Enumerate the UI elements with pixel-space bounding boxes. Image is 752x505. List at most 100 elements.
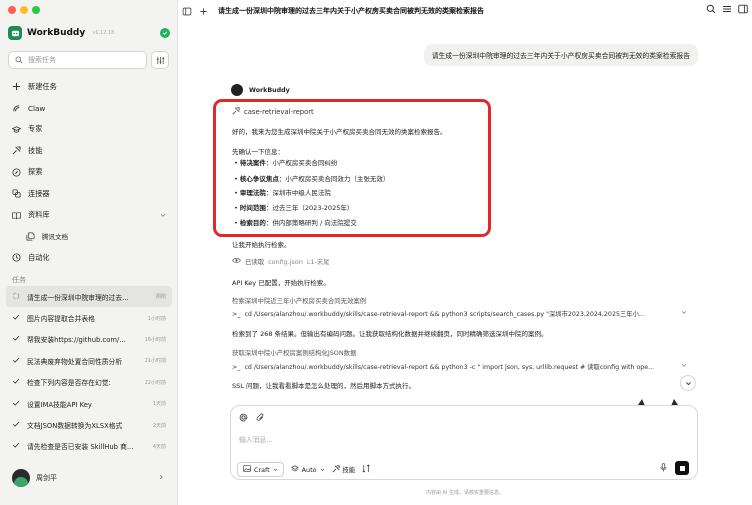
chevron-down-icon	[273, 466, 278, 474]
nav-skills[interactable]: 技能	[6, 140, 172, 161]
search-icon	[15, 56, 23, 64]
sidebar: WorkBuddy v1.12.18 新建任务 Claw 专家 技能 探索	[0, 0, 178, 505]
task-item[interactable]: 请先检查是否已安装 SkillHub 商... 4天前	[6, 436, 172, 457]
nav-label: 自动化	[28, 252, 50, 262]
task-item[interactable]: 文档JSON数据转换为XLSX格式 2天前	[6, 414, 172, 435]
chevron-down-icon	[320, 466, 325, 474]
sliders-icon	[156, 56, 164, 64]
model-label: Auto	[301, 465, 317, 474]
task-item[interactable]: 检查下列内容是否存在幻觉: 22小时前	[6, 372, 172, 393]
attachment-icon[interactable]	[256, 413, 265, 424]
task-list: 请生成一份深圳中院审理的过去... 刚刚 图片内容提取合并表格 1小时前 帮我安…	[6, 286, 172, 457]
search-input[interactable]	[28, 56, 138, 64]
nav-automation[interactable]: 自动化	[6, 247, 172, 268]
read-file-step[interactable]: 已读取 config.json L1-末尾	[232, 257, 330, 266]
minimize-window-button[interactable]	[20, 6, 28, 14]
start-message: 让我开始执行检索。	[232, 241, 291, 249]
app-version: v1.12.18	[92, 30, 115, 36]
step1-title: 检索深圳中院近三年小产权房买卖合同无效案例	[232, 297, 367, 305]
check-icon	[12, 441, 20, 451]
topbar: 请生成一份深圳中院审理的过去三年内关于小产权房买卖合同被判无效的类案检索报告	[182, 4, 748, 18]
task-time: 21小时前	[144, 358, 166, 365]
step1-command[interactable]: >_ cd /Users/alanzhou/.workbuddy/skills/…	[232, 309, 677, 318]
task-time: 22小时前	[144, 379, 166, 386]
read-label: 已读取	[245, 258, 265, 266]
tasks-heading: 任务	[12, 276, 26, 284]
mode-selector[interactable]: Craft	[237, 462, 284, 477]
new-chat-icon[interactable]	[198, 6, 208, 16]
connection-status-icon[interactable]	[160, 28, 170, 38]
command-text: cd /Users/alanzhou/.workbuddy/skills/cas…	[244, 311, 645, 318]
menu-icon[interactable]	[722, 4, 732, 16]
nav-label: 腾讯文档	[42, 233, 68, 242]
connector-icon	[12, 189, 21, 198]
task-item[interactable]: 帮我安装https://github.com/... 16小时前	[6, 329, 172, 350]
task-time: 刚刚	[155, 294, 166, 301]
task-title: 请生成一份深圳中院审理的过去...	[27, 293, 129, 302]
clock-icon	[12, 253, 21, 262]
microphone-icon[interactable]	[660, 462, 667, 474]
check-icon	[12, 313, 20, 323]
message-input[interactable]	[239, 436, 539, 444]
close-window-button[interactable]	[8, 6, 16, 14]
user-message: 请生成一份深圳中院审理的过去三年内关于小产权房买卖合同被判无效的类案检索报告	[423, 44, 698, 66]
eye-icon	[232, 257, 241, 266]
task-title: 图片内容提取合并表格	[27, 315, 95, 324]
chevron-down-icon[interactable]	[681, 309, 687, 317]
task-title: 文档JSON数据转换为XLSX格式	[27, 422, 123, 431]
task-item-active[interactable]: 请生成一份深圳中院审理的过去... 刚刚	[6, 286, 172, 308]
task-item[interactable]: 图片内容提取合并表格 1小时前	[6, 307, 172, 328]
bot-name: WorkBuddy	[249, 86, 290, 94]
nav-connectors[interactable]: 连接器	[6, 183, 172, 204]
nav-label: Claw	[28, 103, 46, 113]
nav-explore[interactable]: 探索	[6, 162, 172, 183]
chevron-right-icon[interactable]	[158, 474, 164, 482]
api-message: API Key 已配置，开始执行检索。	[232, 279, 330, 287]
check-icon	[12, 356, 20, 366]
stop-button[interactable]	[675, 461, 689, 475]
panel-toggle-icon[interactable]	[738, 4, 748, 16]
nav-label: 连接器	[28, 188, 50, 198]
nav-claw[interactable]: Claw	[6, 97, 172, 118]
user-profile[interactable]: 周剑平	[12, 469, 57, 487]
search-icon[interactable]	[706, 4, 716, 16]
skill-selector[interactable]: 技能	[332, 464, 356, 475]
task-title: 民法典废弃物处置合同性质分析	[27, 357, 123, 366]
task-time: 1小时前	[147, 315, 166, 322]
avatar	[12, 469, 30, 487]
skill-label: 技能	[342, 466, 356, 474]
at-mention-icon[interactable]	[239, 413, 248, 424]
nav-label: 新建任务	[28, 81, 57, 91]
nav-new-task[interactable]: 新建任务	[6, 76, 172, 97]
book-icon	[12, 211, 21, 220]
step2-title: 获取深圳中院小产权房案例结构化JSON数据	[232, 349, 357, 357]
task-title: 检查下列内容是否存在幻觉:	[27, 379, 111, 388]
nav-label: 资料库	[28, 210, 50, 220]
tune-icon[interactable]	[362, 464, 371, 475]
task-item[interactable]: 设置IMA技能API Key 1天前	[6, 393, 172, 414]
chevron-down-icon[interactable]	[160, 211, 166, 220]
maximize-window-button[interactable]	[32, 6, 40, 14]
filter-button[interactable]	[151, 51, 169, 69]
bot-header: WorkBuddy	[231, 84, 290, 96]
task-title: 请先检查是否已安装 SkillHub 商...	[27, 443, 134, 452]
check-icon	[12, 420, 20, 430]
ai-disclaimer: 内容由 AI 生成，请核实重要信息。	[425, 490, 505, 496]
task-search[interactable]	[8, 51, 147, 69]
model-selector[interactable]: Auto	[290, 464, 325, 475]
sidebar-toggle-icon[interactable]	[182, 6, 192, 16]
scroll-down-button[interactable]	[680, 375, 696, 391]
claw-icon	[12, 104, 21, 113]
step2-command[interactable]: >_ cd /Users/alanzhou/.workbuddy/skills/…	[232, 362, 677, 371]
chevron-down-icon[interactable]	[681, 362, 687, 370]
task-item[interactable]: 民法典废弃物处置合同性质分析 21小时前	[6, 350, 172, 371]
graduation-cap-icon	[12, 125, 21, 134]
nav-library[interactable]: 资料库	[6, 204, 172, 225]
nav-experts[interactable]: 专家	[6, 119, 172, 140]
workbuddy-logo-icon	[8, 26, 22, 40]
task-time: 16小时前	[144, 336, 166, 343]
nav-label: 专家	[28, 124, 43, 134]
nav-tencent-docs[interactable]: 腾讯文档	[6, 226, 172, 247]
task-title: 设置IMA技能API Key	[27, 400, 92, 409]
task-time: 2天前	[152, 422, 166, 429]
